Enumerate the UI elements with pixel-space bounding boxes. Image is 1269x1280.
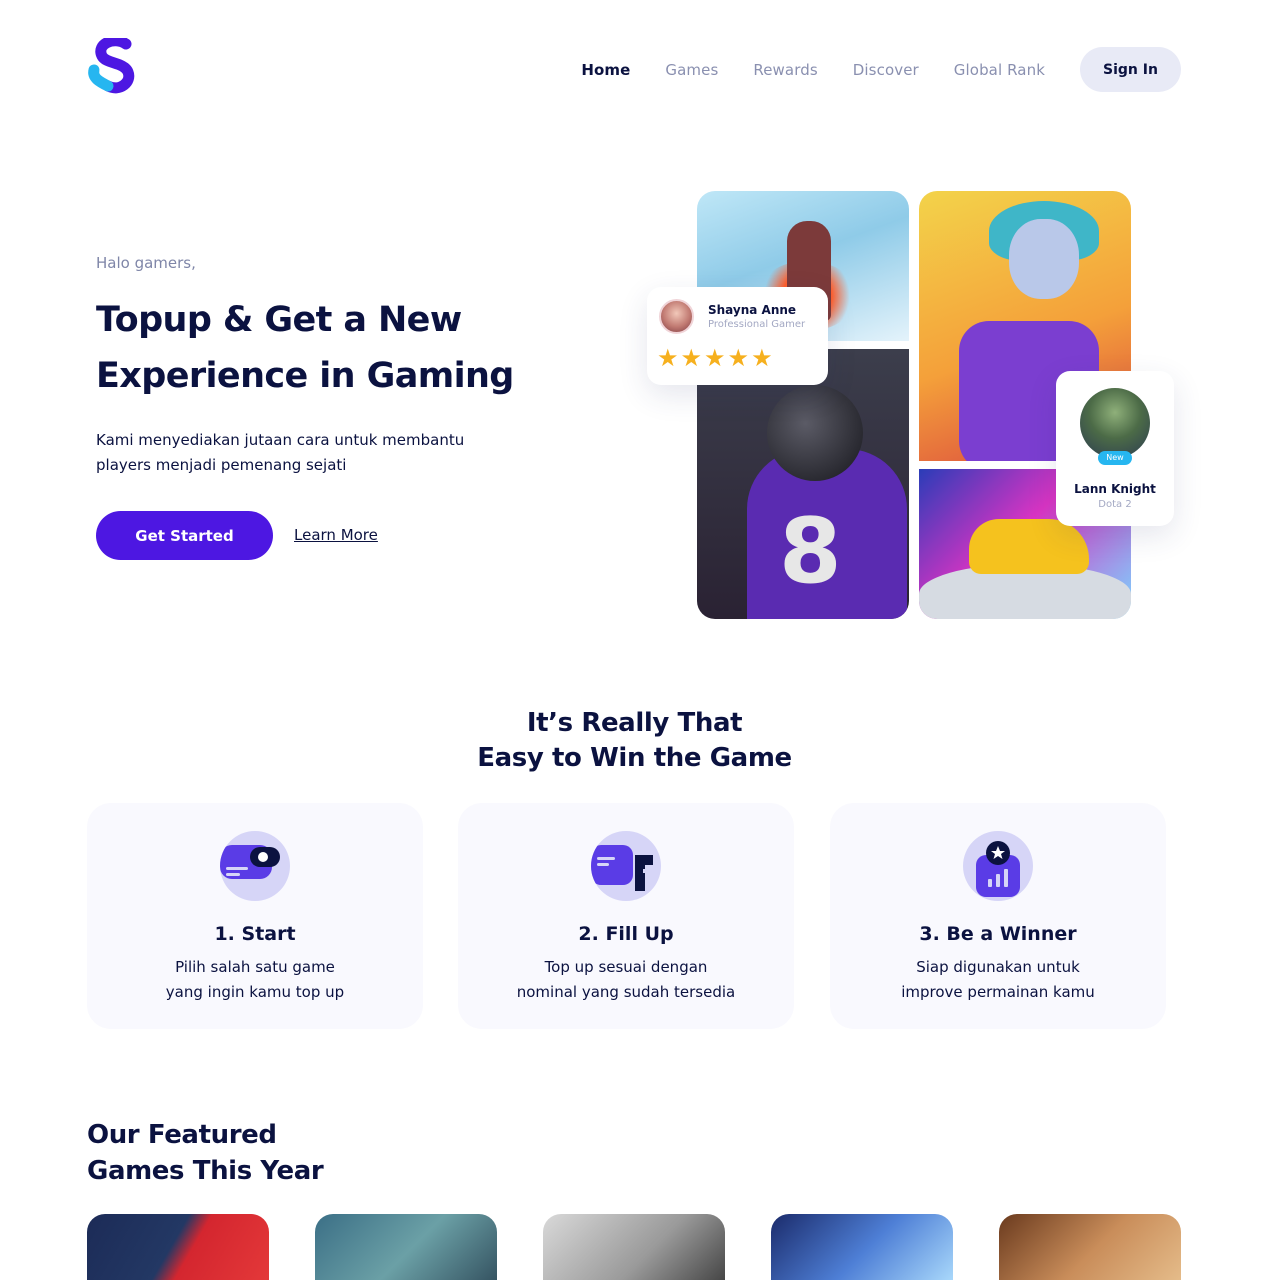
main-nav: Home Games Rewards Discover Global Rank … [581, 47, 1181, 92]
player-card: New Lann Knight Dota 2 [1056, 371, 1174, 526]
nav-global-rank-link[interactable]: Global Rank [954, 61, 1045, 79]
step-desc-line1: Siap digunakan untuk [916, 958, 1080, 976]
get-started-button[interactable]: Get Started [96, 511, 273, 560]
game-controller-icon [220, 831, 290, 901]
hero-title: Topup & Get a New Experience in Gaming [96, 292, 566, 404]
featured-game-card[interactable] [999, 1214, 1181, 1280]
trophy-badge-icon [963, 831, 1033, 901]
avatar [1080, 388, 1150, 458]
hero-description: Kami menyediakan jutaan cara untuk memba… [96, 428, 516, 478]
step-card-fill-up: 2. Fill Up Top up sesuai dengan nominal … [458, 803, 794, 1029]
hero-title-part1: Topup & Get a [96, 300, 378, 340]
featured-game-card[interactable] [87, 1214, 269, 1280]
hero-title-highlight-experience: Experience [96, 348, 308, 404]
nav-home-link[interactable]: Home [581, 61, 630, 79]
testimonial-card: Shayna Anne Professional Gamer ★★★★★ [647, 287, 828, 385]
step-card-be-a-winner: 3. Be a Winner Siap digunakan untuk impr… [830, 803, 1166, 1029]
nav-rewards-link[interactable]: Rewards [753, 61, 817, 79]
step-desc-line1: Top up sesuai dengan [544, 958, 708, 976]
car-illustration [969, 519, 1089, 574]
nav-games-link[interactable]: Games [665, 61, 718, 79]
face-illustration [1009, 219, 1079, 299]
star-rating-icon: ★★★★★ [657, 344, 775, 372]
featured-game-card[interactable] [543, 1214, 725, 1280]
step-desc-line1: Pilih salah satu game [175, 958, 335, 976]
new-badge: New [1098, 451, 1132, 465]
avatar [659, 299, 694, 334]
featured-game-card[interactable] [771, 1214, 953, 1280]
step-card-start: 1. Start Pilih salah satu game yang ingi… [87, 803, 423, 1029]
step-title: 3. Be a Winner [919, 923, 1077, 945]
hero-game-image-football: 8 [697, 349, 909, 619]
wallet-icon [591, 831, 661, 901]
hero-desc-line1: Kami menyediakan jutaan cara untuk memba… [96, 431, 465, 449]
featured-game-card[interactable] [315, 1214, 497, 1280]
step-title: 2. Fill Up [578, 923, 674, 945]
step-desc-line2: yang ingin kamu top up [165, 983, 345, 1001]
steps-title-line2: Easy to Win the Game [477, 743, 792, 773]
step-title: 1. Start [214, 923, 296, 945]
steps-section-title: It’s Really That Easy to Win the Game [0, 706, 1269, 776]
step-desc-line2: nominal yang sudah tersedia [516, 983, 736, 1001]
hero-desc-line2: players menjadi pemenang sejati [96, 456, 347, 474]
jersey-number-art: 8 [779, 499, 842, 604]
featured-title-line2: Games This Year [87, 1156, 324, 1186]
featured-title-line1: Our Featured [87, 1120, 277, 1150]
player-name: Lann Knight [1074, 482, 1156, 496]
learn-more-link[interactable]: Learn More [294, 526, 378, 544]
steps-title-line1: It’s Really That [526, 708, 743, 738]
hero-title-part2: in Gaming [307, 356, 514, 396]
testimonial-role: Professional Gamer [708, 319, 806, 330]
brand-logo-icon[interactable] [86, 38, 144, 96]
helmet-illustration [767, 385, 863, 481]
featured-section-title: Our Featured Games This Year [87, 1117, 387, 1189]
step-description: Siap digunakan untuk improve permainan k… [880, 955, 1116, 1005]
nav-discover-link[interactable]: Discover [853, 61, 919, 79]
player-game: Dota 2 [1098, 499, 1132, 510]
testimonial-name: Shayna Anne [708, 303, 797, 317]
step-description: Top up sesuai dengan nominal yang sudah … [508, 955, 744, 1005]
hero-title-highlight-new: New [377, 292, 462, 348]
sign-in-button[interactable]: Sign In [1080, 47, 1181, 92]
hero-greeting: Halo gamers, [96, 254, 196, 272]
step-desc-line2: improve permainan kamu [901, 983, 1095, 1001]
step-description: Pilih salah satu game yang ingin kamu to… [137, 955, 373, 1005]
